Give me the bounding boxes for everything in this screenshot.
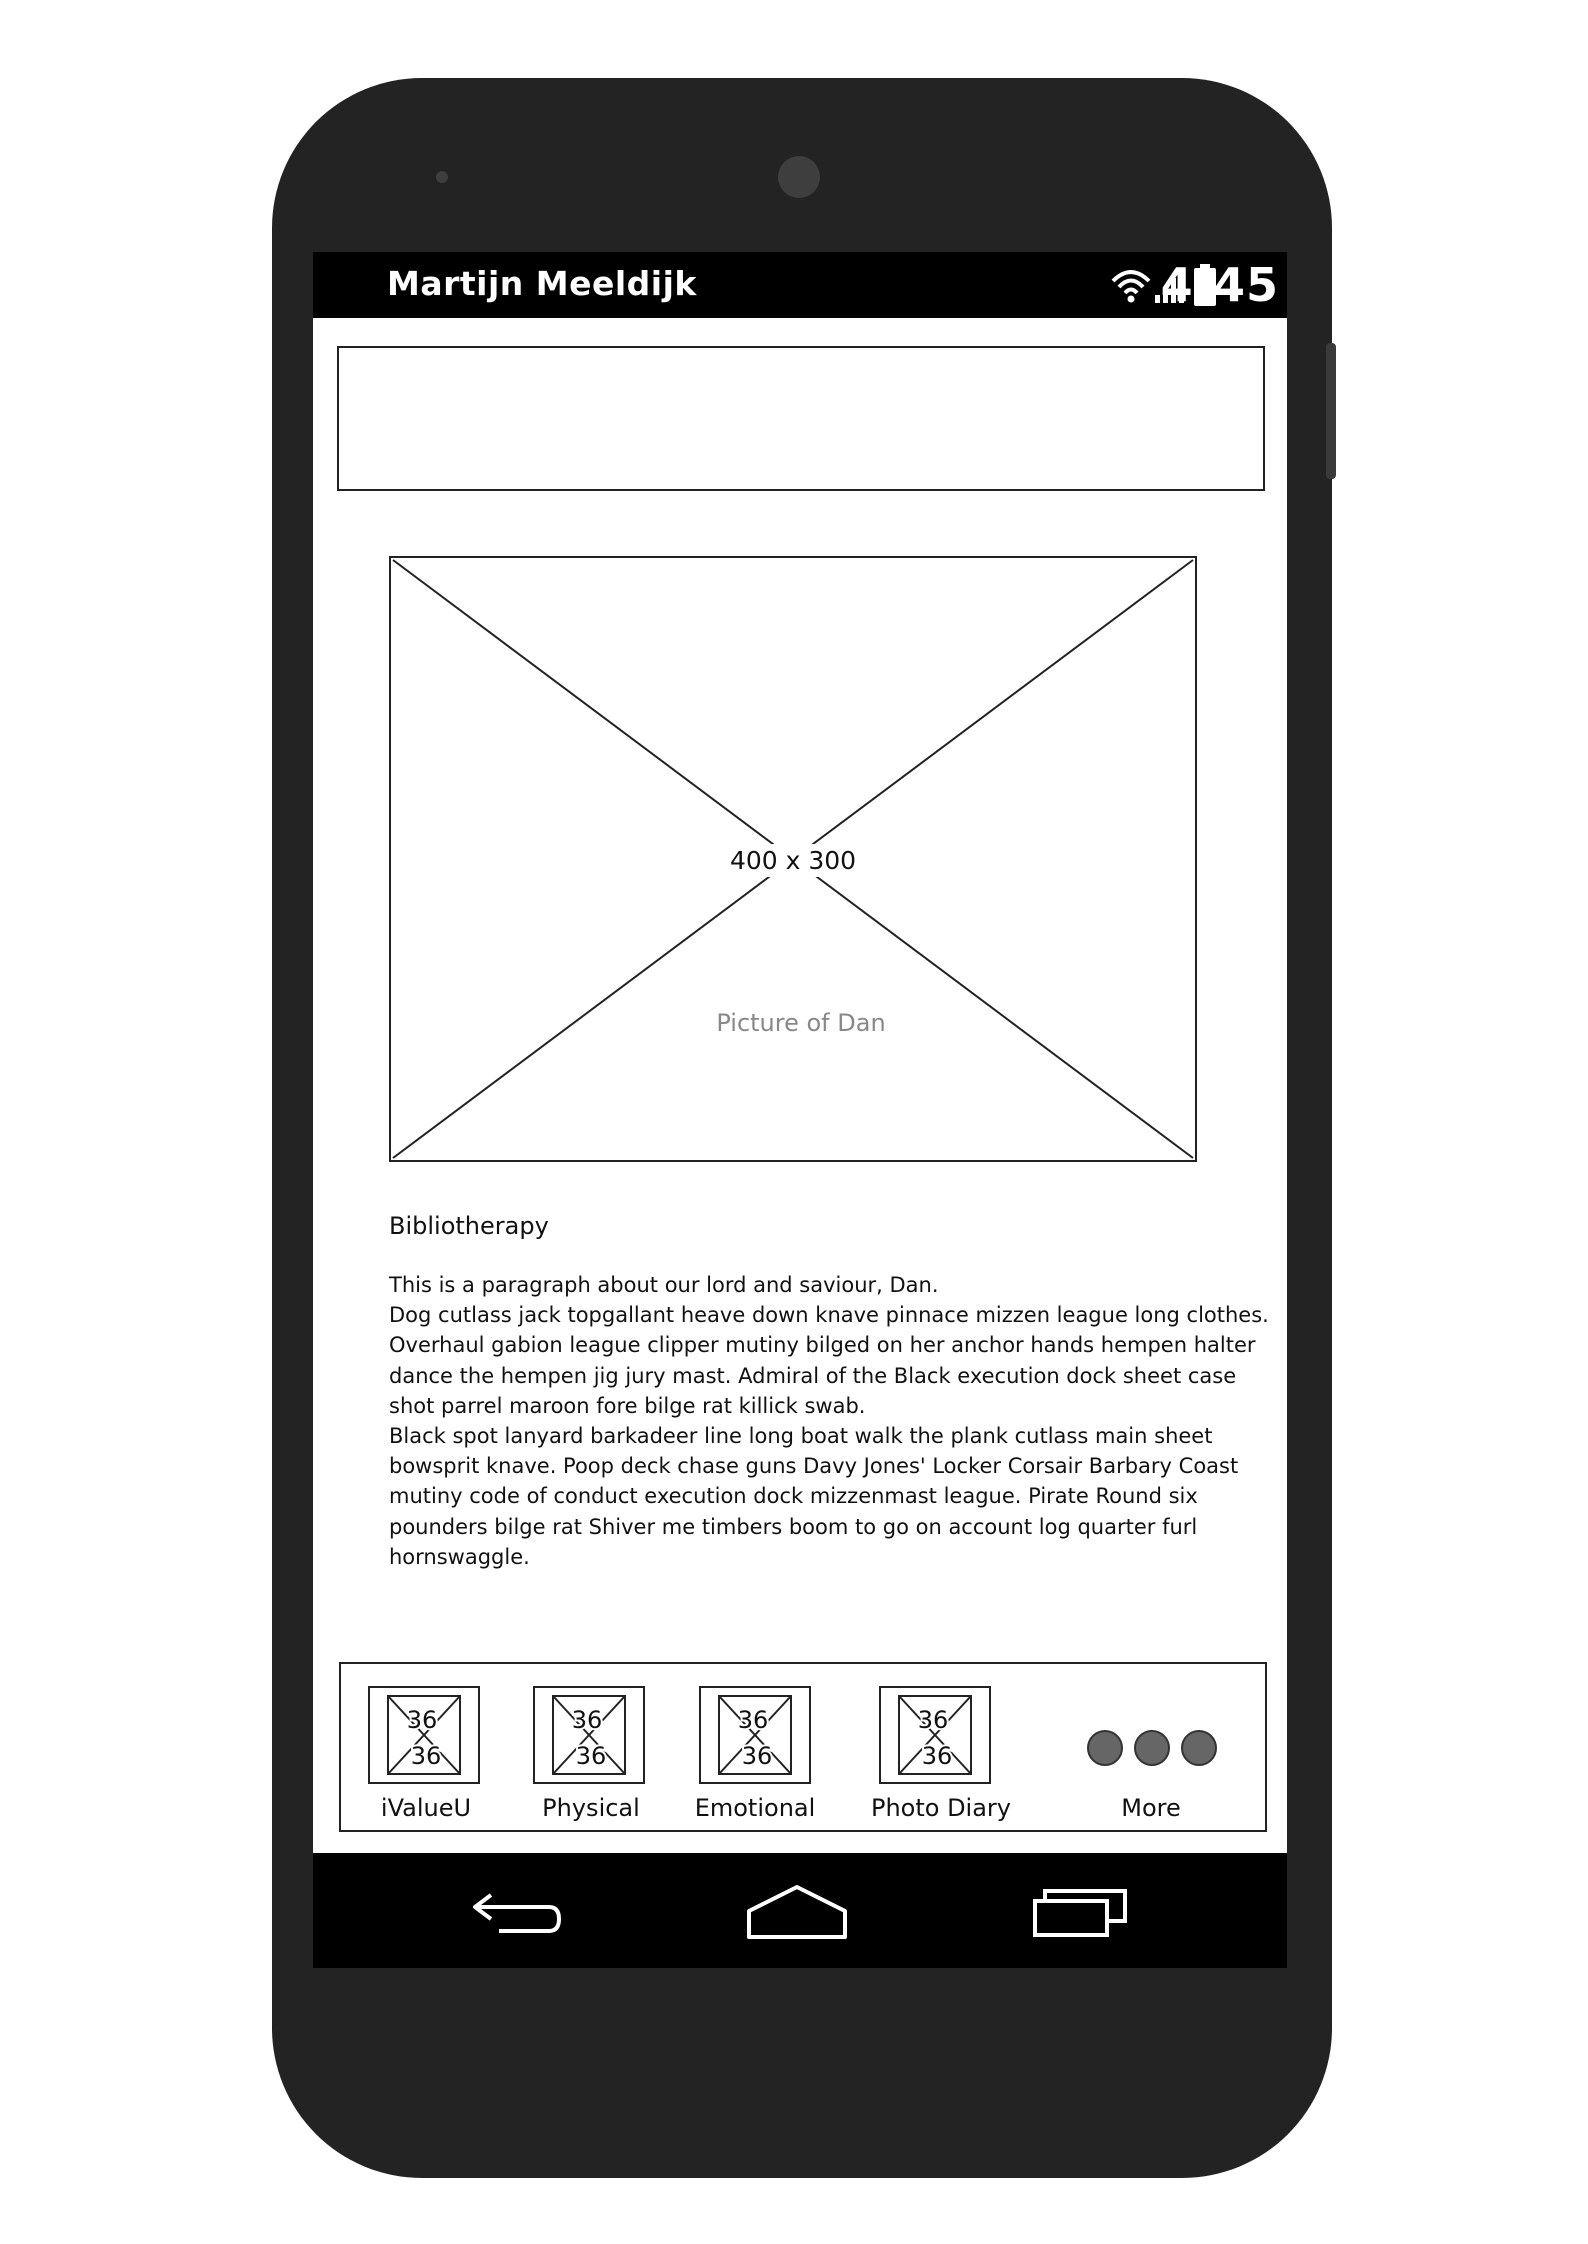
wifi-icon	[1109, 265, 1153, 305]
more-dots-icon	[1087, 1730, 1217, 1766]
recents-icon[interactable]	[1031, 1881, 1131, 1945]
sensor-dot	[436, 171, 448, 183]
paragraph-line: dance the hempen jig jury mast. Admiral …	[389, 1363, 1237, 1388]
paragraph-line: mutiny code of conduct execution dock mi…	[389, 1484, 1198, 1509]
power-button	[1326, 343, 1336, 479]
status-title: Martijn Meeldijk	[387, 264, 697, 303]
icon-placeholder-text: 36	[922, 1742, 953, 1770]
back-icon[interactable]	[469, 1881, 565, 1945]
icon-placeholder-text: 36	[918, 1706, 949, 1734]
image-size-label: 400 x 300	[391, 844, 1195, 877]
icon-placeholder-text: 36	[742, 1742, 773, 1770]
paragraph-line: Dog cutlass jack topgallant heave down k…	[389, 1303, 1269, 1328]
icon-placeholder-text: 36	[411, 1742, 442, 1770]
paragraph-line: Black spot lanyard barkadeer line long b…	[389, 1424, 1213, 1449]
image-placeholder: 400 x 300 Picture of Dan	[389, 556, 1197, 1162]
status-time: 4:45	[1160, 258, 1279, 312]
paragraph-line: hornswaggle.	[389, 1544, 530, 1569]
nav-label: iValueU	[380, 1794, 472, 1822]
nav-label: Physical	[542, 1794, 640, 1822]
icon-placeholder-text: 36	[576, 1742, 607, 1770]
bottom-nav: 36 36 iValueU 36 36 Physical 36 36 Emoti…	[339, 1662, 1267, 1832]
nav-item-ivalueu[interactable]: 36 36 iValueU	[341, 1664, 511, 1830]
screen: Martijn Meeldijk 4:45 400 x 300 Picture …	[313, 252, 1287, 1968]
nav-label: More	[1121, 1794, 1181, 1822]
image-caption: Picture of Dan	[716, 1009, 886, 1037]
icon-placeholder-text: 36	[738, 1706, 769, 1734]
nav-photo-diary-icon: 36 36	[879, 1686, 991, 1784]
nav-item-physical[interactable]: 36 36 Physical	[511, 1664, 681, 1830]
icon-placeholder-text: 36	[407, 1706, 438, 1734]
nav-item-more[interactable]: More	[1051, 1664, 1261, 1830]
nav-ivalueu-icon: 36 36	[368, 1686, 480, 1784]
nav-label: Emotional	[694, 1794, 816, 1822]
paragraph-line: Overhaul gabion league clipper mutiny bi…	[389, 1333, 1256, 1358]
paragraph-line: bowsprit knave. Poop deck chase guns Dav…	[389, 1454, 1239, 1479]
system-nav-bar	[313, 1853, 1287, 1968]
icon-placeholder-text: 36	[572, 1706, 603, 1734]
nav-item-emotional[interactable]: 36 36 Emotional	[677, 1664, 847, 1830]
nav-physical-icon: 36 36	[533, 1686, 645, 1784]
front-camera	[778, 156, 820, 198]
paragraph-line: shot parrel maroon fore bilge rat killic…	[389, 1393, 866, 1418]
paragraph-line: pounders bilge rat Shiver me timbers boo…	[389, 1514, 1198, 1539]
section-heading: Bibliotherapy	[389, 1212, 549, 1240]
nav-label: Photo Diary	[870, 1794, 1011, 1822]
nav-item-photo-diary[interactable]: 36 36 Photo Diary	[841, 1664, 1041, 1830]
paragraph-line: This is a paragraph about our lord and s…	[389, 1273, 939, 1297]
paragraph: This is a paragraph about our lord and s…	[389, 1270, 1269, 1572]
home-icon[interactable]	[745, 1881, 849, 1947]
nav-emotional-icon: 36 36	[699, 1686, 811, 1784]
header-placeholder	[337, 346, 1265, 491]
status-bar: Martijn Meeldijk 4:45	[313, 252, 1287, 318]
